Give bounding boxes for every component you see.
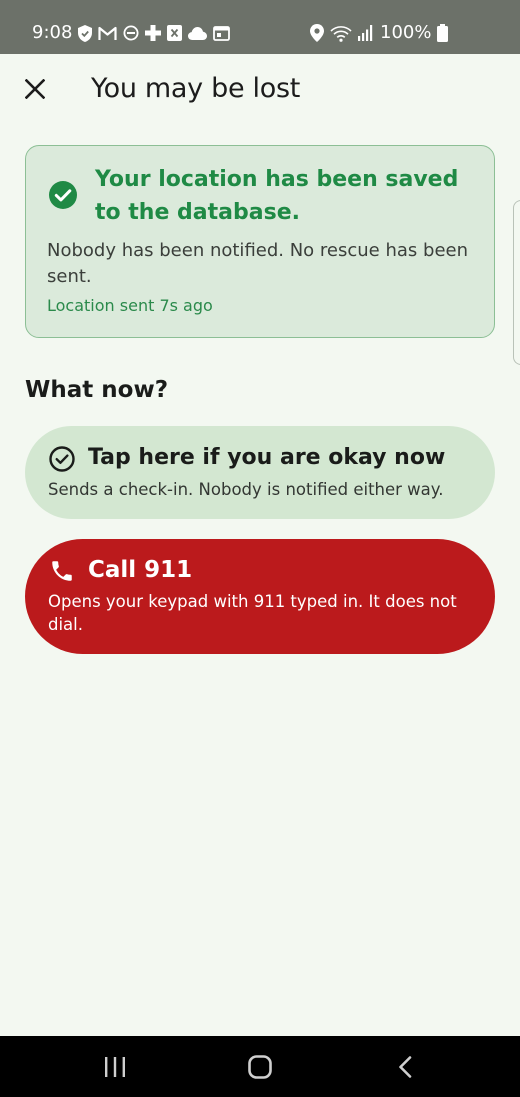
gmail-icon bbox=[98, 26, 117, 40]
shield-icon bbox=[78, 24, 92, 42]
close-button[interactable] bbox=[14, 68, 56, 110]
call-button-subtext: Opens your keypad with 911 typed in. It … bbox=[48, 592, 457, 634]
call-911-button[interactable]: Call 911 Opens your keypad with 911 type… bbox=[25, 539, 495, 654]
close-icon bbox=[25, 79, 45, 99]
wifi-icon bbox=[330, 25, 352, 42]
battery-percent: 100% bbox=[380, 22, 432, 43]
page-title: You may be lost bbox=[91, 73, 301, 104]
check-outline-icon bbox=[49, 446, 75, 472]
do-not-disturb-icon bbox=[123, 25, 139, 41]
location-sent-time: Location sent 7s ago bbox=[47, 296, 213, 315]
status-time: 9:08 bbox=[32, 22, 73, 43]
scroll-hint bbox=[513, 200, 520, 365]
status-system-icons: 100% bbox=[310, 21, 449, 45]
saved-body: Nobody has been notified. No rescue has … bbox=[47, 240, 468, 287]
back-button[interactable] bbox=[360, 1036, 450, 1097]
section-heading: What now? bbox=[25, 377, 169, 403]
location-icon bbox=[310, 24, 324, 42]
cloud-icon bbox=[188, 26, 207, 40]
back-icon bbox=[399, 1055, 412, 1078]
system-nav-bar bbox=[0, 1036, 520, 1097]
home-icon bbox=[248, 1054, 272, 1079]
home-button[interactable] bbox=[215, 1036, 305, 1097]
saved-heading: Your location has been saved to the data… bbox=[95, 167, 459, 225]
signal-icon bbox=[358, 25, 373, 41]
okay-button-label: Tap here if you are okay now bbox=[88, 445, 446, 470]
phone-icon bbox=[52, 561, 72, 581]
call-button-label: Call 911 bbox=[88, 557, 193, 583]
status-bar: 9:08 100% bbox=[0, 0, 520, 54]
check-circle-icon bbox=[49, 181, 77, 209]
plus-icon bbox=[145, 25, 161, 41]
app-bar: You may be lost bbox=[0, 54, 520, 126]
calendar-icon bbox=[213, 25, 230, 41]
okay-button-subtext: Sends a check-in. Nobody is notified eit… bbox=[48, 480, 444, 499]
recent-apps-button[interactable] bbox=[70, 1036, 160, 1097]
okay-check-in-button[interactable]: Tap here if you are okay now Sends a che… bbox=[25, 426, 495, 519]
recent-apps-icon bbox=[105, 1056, 125, 1077]
status-notification-icons bbox=[78, 23, 230, 43]
battery-icon bbox=[437, 24, 449, 42]
x-box-icon bbox=[167, 25, 182, 41]
location-saved-card: Your location has been saved to the data… bbox=[25, 145, 495, 338]
